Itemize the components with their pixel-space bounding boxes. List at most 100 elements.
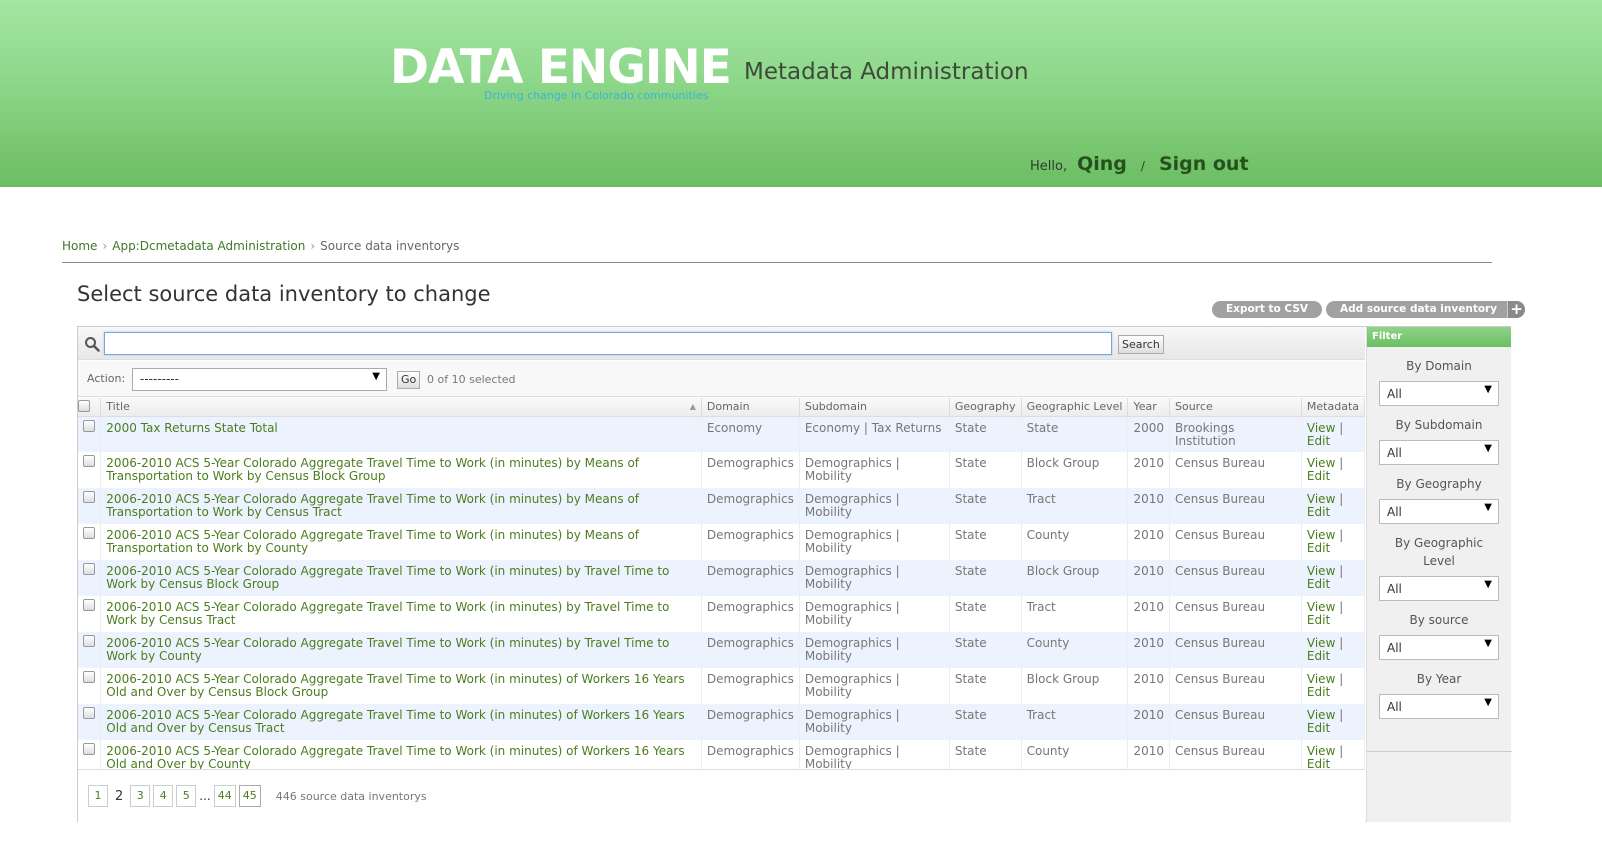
metadata-cell: View | Edit [1301,704,1366,740]
filter-label: By Subdomain [1395,418,1483,432]
edit-link[interactable]: Edit [1307,505,1330,519]
row-checkbox[interactable] [83,563,96,575]
table-row: 2000 Tax Returns State Total Economy Econo… [78,416,1366,452]
column-header-source[interactable]: Source [1169,398,1302,417]
row-title-link[interactable]: 2006-2010 ACS 5-Year Colorado Aggregate … [106,636,669,663]
view-link[interactable]: View [1307,600,1335,614]
edit-link[interactable]: Edit [1307,434,1330,448]
edit-link[interactable]: Edit [1307,469,1330,483]
page-title: Select source data inventory to change [77,282,491,306]
edit-link[interactable]: Edit [1307,685,1330,699]
row-checkbox[interactable] [83,491,96,503]
table-row: 2006-2010 ACS 5-Year Colorado Aggregate … [78,668,1366,704]
subdomain-cell: Demographics | Mobility [799,668,950,704]
edit-link[interactable]: Edit [1307,613,1330,627]
row-title-link[interactable]: 2006-2010 ACS 5-Year Colorado Aggregate … [106,492,639,519]
year-cell: 2010 [1127,488,1170,524]
row-checkbox[interactable] [83,419,96,432]
year-cell: 2000 [1127,416,1170,452]
action-select[interactable]: --------- ▼ [132,368,387,391]
view-link[interactable]: View [1307,744,1335,758]
view-link[interactable]: View [1307,708,1335,722]
search-button[interactable]: Search [1118,335,1164,354]
table-row: 2006-2010 ACS 5-Year Colorado Aggregate … [78,560,1366,596]
search-input[interactable] [104,332,1112,355]
row-title-link[interactable]: 2006-2010 ACS 5-Year Colorado Aggregate … [106,456,639,483]
filter-select[interactable]: All ▼ [1379,381,1499,406]
row-checkbox[interactable] [83,455,96,467]
sort-ascending-icon[interactable]: ▲ [690,402,696,411]
filter-panel: Filter By Domain All ▼ By Subdomain All ▼ By G… [1366,327,1512,822]
view-link[interactable]: View [1307,492,1335,506]
row-checkbox[interactable] [83,743,96,755]
title-cell: 2006-2010 ACS 5-Year Colorado Aggregate … [100,632,702,668]
row-checkbox[interactable] [83,707,96,719]
filter-select[interactable]: All ▼ [1379,576,1499,601]
view-link[interactable]: View [1307,636,1335,650]
year-cell: 2010 [1127,452,1170,488]
row-title-link[interactable]: 2006-2010 ACS 5-Year Colorado Aggregate … [106,564,669,591]
select-all-cell [78,398,102,417]
page-link[interactable]: 4 [153,785,174,807]
select-all-checkbox[interactable] [78,400,90,413]
breadcrumb-app[interactable]: App:Dcmetadata Administration [112,239,305,253]
title-cell: 2000 Tax Returns State Total [100,416,702,452]
page-link[interactable]: 1 [88,785,108,807]
filter-group: By Subdomain All ▼ [1367,406,1511,465]
row-title-link[interactable]: 2006-2010 ACS 5-Year Colorado Aggregate … [106,744,684,771]
page-link[interactable]: 3 [130,785,151,807]
column-header-title[interactable]: Title ▲ [100,398,702,417]
source-cell: Brookings Institution [1169,416,1302,452]
row-checkbox[interactable] [83,671,96,683]
geographic-level-cell: Tract [1021,704,1129,740]
filter-select[interactable]: All ▼ [1379,440,1499,465]
greeting: Hello, [1030,159,1068,174]
filter-divider [1367,751,1512,752]
column-header-geography[interactable]: Geography [949,398,1022,417]
page-ellipsis: ... [199,789,211,803]
geography-cell: State [949,416,1022,452]
go-button[interactable]: Go [397,371,421,389]
filter-select[interactable]: All ▼ [1379,694,1499,719]
column-header-geographic-level[interactable]: Geographic Level [1021,398,1129,417]
edit-link[interactable]: Edit [1307,721,1330,735]
row-title-link[interactable]: 2006-2010 ACS 5-Year Colorado Aggregate … [106,600,669,627]
filter-select[interactable]: All ▼ [1379,499,1499,524]
row-title-link[interactable]: 2006-2010 ACS 5-Year Colorado Aggregate … [106,672,684,699]
view-link[interactable]: View [1307,672,1335,686]
page-link[interactable]: 45 [238,785,261,807]
filter-select-value: All [1387,387,1402,401]
signout-link[interactable]: Sign out [1159,153,1249,175]
source-cell: Census Bureau [1169,524,1302,560]
view-link[interactable]: View [1307,528,1335,542]
row-checkbox[interactable] [83,527,96,539]
row-checkbox[interactable] [83,599,96,611]
view-link[interactable]: View [1307,564,1335,578]
view-link[interactable]: View [1307,456,1335,470]
edit-link[interactable]: Edit [1307,541,1330,555]
page-link[interactable]: 5 [176,785,197,807]
breadcrumb-home[interactable]: Home [62,239,97,253]
row-checkbox[interactable] [83,635,96,647]
column-header-domain[interactable]: Domain [701,398,800,417]
row-select-cell [78,668,102,704]
row-title-link[interactable]: 2000 Tax Returns State Total [106,421,277,435]
add-inventory-button[interactable]: Add source data inventory + [1326,301,1526,318]
username-link[interactable]: Qing [1077,153,1127,175]
row-title-link[interactable]: 2006-2010 ACS 5-Year Colorado Aggregate … [106,528,639,555]
edit-link[interactable]: Edit [1307,649,1330,663]
column-header-subdomain[interactable]: Subdomain [799,398,950,417]
site-logo[interactable]: DATA ENGINE [390,40,732,96]
page-link[interactable]: 44 [213,785,236,807]
metadata-cell: View | Edit [1301,560,1366,596]
source-cell: Census Bureau [1169,704,1302,740]
row-title-link[interactable]: 2006-2010 ACS 5-Year Colorado Aggregate … [106,708,684,735]
column-header-year[interactable]: Year [1127,398,1170,417]
action-label: Action: [87,372,126,385]
geography-cell: State [949,524,1022,560]
export-csv-button[interactable]: Export to CSV [1212,301,1323,318]
edit-link[interactable]: Edit [1307,577,1330,591]
view-link[interactable]: View [1307,421,1335,435]
filter-select[interactable]: All ▼ [1379,635,1499,660]
metadata-cell: View | Edit [1301,416,1366,452]
